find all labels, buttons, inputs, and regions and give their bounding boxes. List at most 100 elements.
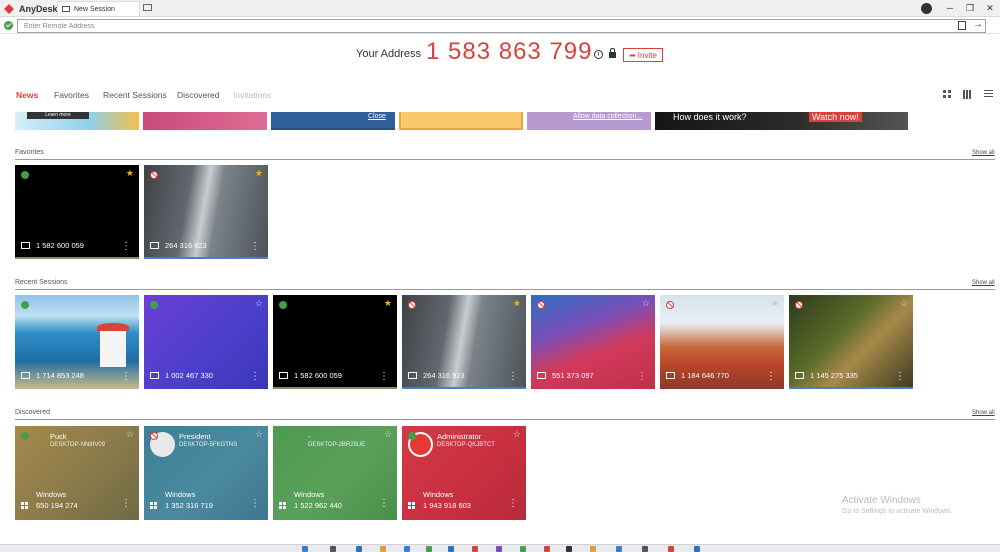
discovered-show-all-link[interactable]: Show all (972, 410, 995, 416)
star-icon[interactable]: ★ (255, 168, 263, 179)
minimize-button[interactable]: ─ (943, 2, 957, 14)
taskbar-app-icon[interactable] (496, 546, 502, 552)
discovered-card[interactable]: ☆ Puck DESKTOP-NN8IV09 Windows 650 194 2… (15, 426, 139, 520)
more-options-icon[interactable]: ⋮ (895, 372, 905, 382)
more-options-icon[interactable]: ⋮ (250, 242, 260, 252)
more-options-icon[interactable]: ⋮ (121, 499, 131, 509)
lock-icon[interactable] (609, 48, 616, 58)
more-options-icon[interactable]: ⋮ (508, 499, 518, 509)
favorites-section-title: Favorites (15, 149, 44, 156)
connection-ok-icon (4, 21, 13, 30)
recent-session-card[interactable]: ★ 264 316 923 ⋮ (402, 295, 526, 389)
desk-id: 1 352 316 719 (165, 501, 213, 510)
remote-address-input[interactable] (17, 19, 986, 33)
recent-session-card[interactable]: ★ 1 582 600 059 ⋮ (273, 295, 397, 389)
more-options-icon[interactable]: ⋮ (250, 372, 260, 382)
info-icon[interactable]: i (594, 50, 603, 59)
user-name: Puck (50, 432, 67, 441)
invite-label: Invite (637, 50, 657, 60)
taskbar-app-icon[interactable] (694, 546, 700, 552)
maximize-button[interactable]: ❐ (963, 2, 977, 14)
activate-windows-watermark: Activate Windows (842, 495, 921, 506)
taskbar-app-icon[interactable] (356, 546, 362, 552)
more-options-icon[interactable]: ⋮ (250, 499, 260, 509)
windows-icon (150, 502, 158, 510)
favorites-show-all-link[interactable]: Show all (972, 150, 995, 156)
tab-favorites[interactable]: Favorites (54, 90, 89, 100)
more-options-icon[interactable]: ⋮ (766, 372, 776, 382)
close-window-button[interactable]: ✕ (983, 2, 997, 14)
grid-view-icon[interactable] (963, 90, 972, 99)
news-card-6[interactable]: How does it work? Watch now! (655, 112, 908, 130)
blocked-status-icon (537, 301, 545, 309)
taskbar-app-icon[interactable] (590, 546, 596, 552)
star-icon[interactable]: ★ (384, 298, 392, 309)
star-icon[interactable]: ★ (126, 298, 134, 309)
discovered-card[interactable]: ☆ President DESKTOP-5FKGTNS Windows 1 35… (144, 426, 268, 520)
tab-new-session[interactable]: New Session (57, 1, 140, 16)
invite-button[interactable]: ➦ Invite (623, 48, 663, 62)
list-view-icon[interactable] (984, 90, 993, 99)
user-name: Administrator (437, 432, 482, 441)
taskbar-app-icon[interactable] (616, 546, 622, 552)
more-options-icon[interactable]: ⋮ (121, 372, 131, 382)
star-icon[interactable]: ☆ (126, 429, 134, 440)
more-options-icon[interactable]: ⋮ (508, 372, 518, 382)
account-icon[interactable] (921, 3, 932, 14)
star-icon[interactable]: ★ (513, 298, 521, 309)
news-card-5[interactable]: Allow data collection... (527, 112, 651, 130)
taskbar-app-icon[interactable] (642, 546, 648, 552)
star-icon[interactable]: ☆ (255, 429, 263, 440)
online-status-icon (279, 432, 287, 440)
taskbar-app-icon[interactable] (426, 546, 432, 552)
taskbar-app-icon[interactable] (472, 546, 478, 552)
news-close-link[interactable]: Close (368, 113, 386, 120)
more-options-icon[interactable]: ⋮ (379, 499, 389, 509)
recent-session-card[interactable]: ★ 1 714 853 248 ⋮ (15, 295, 139, 389)
more-options-icon[interactable]: ⋮ (121, 242, 131, 252)
recent-session-card[interactable]: ☆ 551 373 097 ⋮ (531, 295, 655, 389)
taskbar-app-icon[interactable] (566, 546, 572, 552)
star-icon[interactable]: ☆ (384, 429, 392, 440)
more-options-icon[interactable]: ⋮ (379, 372, 389, 382)
taskbar-app-icon[interactable] (302, 546, 308, 552)
tab-invitations[interactable]: Invitations (233, 90, 271, 100)
tab-news[interactable]: News (16, 90, 38, 100)
recent-session-card[interactable]: ★ 1 184 646 770 ⋮ (660, 295, 784, 389)
new-tab-icon[interactable] (143, 4, 152, 11)
taskbar-app-icon[interactable] (520, 546, 526, 552)
taskbar-app-icon[interactable] (544, 546, 550, 552)
taskbar-app-icon[interactable] (448, 546, 454, 552)
recent-session-card[interactable]: ☆ 1 145 275 335 ⋮ (789, 295, 913, 389)
more-options-icon[interactable]: ⋮ (637, 372, 647, 382)
star-icon[interactable]: ☆ (642, 298, 650, 309)
tab-recent-sessions[interactable]: Recent Sessions (103, 90, 167, 100)
tile-view-icon[interactable] (943, 90, 952, 99)
discovered-card[interactable]: ☆ Administrator DESKTOP-QKJBTCT Windows … (402, 426, 526, 520)
watch-now-button[interactable]: Watch now! (809, 112, 862, 122)
tab-discovered[interactable]: Discovered (177, 90, 220, 100)
news-card-2[interactable] (143, 112, 267, 130)
allow-data-collection-link[interactable]: Allow data collection... (573, 113, 642, 120)
star-icon[interactable]: ★ (126, 168, 134, 179)
taskbar-app-icon[interactable] (330, 546, 336, 552)
favorite-card[interactable]: ★ 1 582 600 059 ⋮ (15, 165, 139, 259)
file-transfer-icon[interactable] (958, 21, 966, 30)
favorite-card[interactable]: ★ 264 316 923 ⋮ (144, 165, 268, 259)
recent-session-card[interactable]: ☆ 1 002 467 330 ⋮ (144, 295, 268, 389)
connect-arrow-icon[interactable]: → (973, 19, 983, 30)
taskbar-app-icon[interactable] (404, 546, 410, 552)
discovered-card[interactable]: ☆ - DESKTOP-2BR25UE Windows 1 522 962 44… (273, 426, 397, 520)
learn-more-button[interactable]: Learn more (27, 112, 89, 119)
star-icon[interactable]: ☆ (900, 298, 908, 309)
taskbar-app-icon[interactable] (380, 546, 386, 552)
star-icon[interactable]: ★ (771, 298, 779, 309)
recent-sessions-show-all-link[interactable]: Show all (972, 280, 995, 286)
taskbar-app-icon[interactable] (668, 546, 674, 552)
news-card-1[interactable]: Learn more (15, 112, 139, 130)
star-icon[interactable]: ☆ (513, 429, 521, 440)
news-card-4[interactable] (399, 112, 523, 130)
news-card-3[interactable]: Close (271, 112, 395, 130)
star-icon[interactable]: ☆ (255, 298, 263, 309)
online-status-icon (21, 171, 29, 179)
